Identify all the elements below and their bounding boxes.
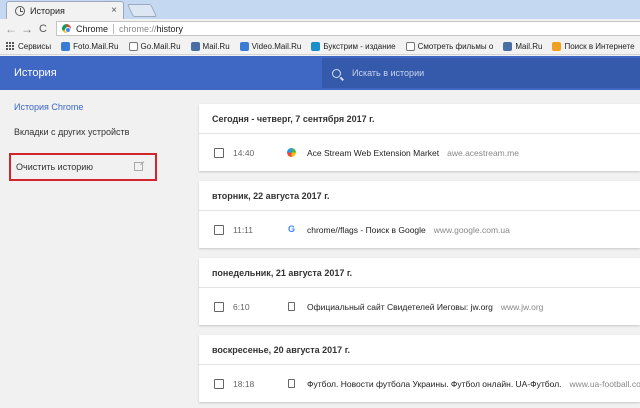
entry-domain: www.jw.org xyxy=(500,301,544,312)
history-day-card: понедельник, 21 августа 2017 г. 6:10 Офи… xyxy=(199,258,640,325)
external-link-icon xyxy=(134,162,143,171)
bookstream-icon xyxy=(311,41,321,51)
apps-icon xyxy=(6,41,15,51)
bookmark-label: Go.Mail.Ru xyxy=(140,41,181,51)
entry-time: 18:18 xyxy=(233,378,255,389)
bookmark-label: Поиск в Интернете xyxy=(564,41,635,51)
history-day-card: Сегодня - четверг, 7 сентября 2017 г. 14… xyxy=(199,104,640,171)
bookmark-label: Букстрим - издание xyxy=(323,41,396,51)
entry-time: 6:10 xyxy=(233,301,250,312)
bookmark-go-mailru[interactable]: Go.Mail.Ru xyxy=(128,41,181,51)
bookmark-label: Смотреть фильмы о xyxy=(417,41,494,51)
entry-checkbox[interactable] xyxy=(214,147,224,158)
bookmark-mailru[interactable]: Mail.Ru xyxy=(190,41,230,51)
history-day-card: вторник, 22 августа 2017 г. 11:11 G chro… xyxy=(199,181,640,248)
sidebar: История Chrome Вкладки с других устройст… xyxy=(0,90,180,408)
history-entry[interactable]: 18:18 Футбол. Новости футбола Украины. Ф… xyxy=(199,365,640,402)
acestream-icon xyxy=(287,148,296,157)
bookmark-label: Mail.Ru xyxy=(515,41,543,51)
film-icon xyxy=(405,41,415,51)
entry-time: 11:11 xyxy=(233,224,254,235)
bookmark-bookstream[interactable]: Букстрим - издание xyxy=(311,41,396,51)
bookmark-label: Mail.Ru xyxy=(202,41,230,51)
bookmark-label: Video.Mail.Ru xyxy=(251,41,302,51)
omnibox-url[interactable]: chrome://history xyxy=(119,24,183,34)
address-bar[interactable]: Chrome chrome://history xyxy=(56,21,640,36)
entry-checkbox[interactable] xyxy=(214,378,224,389)
google-icon: G xyxy=(287,224,295,234)
bookmark-foto-mailru[interactable]: Foto.Mail.Ru xyxy=(61,41,119,51)
search-icon xyxy=(332,68,341,78)
sidebar-item-other-devices[interactable]: Вкладки с других устройств xyxy=(14,127,129,137)
browser-toolbar: ← → C Chrome chrome://history xyxy=(0,19,640,38)
bookmark-label: Foto.Mail.Ru xyxy=(73,41,119,51)
history-search-input[interactable]: Искать в истории xyxy=(322,58,640,88)
bookmark-services[interactable]: Сервисы xyxy=(6,41,52,51)
chrome-logo-icon xyxy=(62,24,71,33)
bookmark-label: Сервисы xyxy=(18,41,52,51)
url-path: history xyxy=(156,23,184,34)
entry-title[interactable]: Официальный сайт Свидетелей Иеговы: jw.o… xyxy=(307,302,493,312)
mailru-video-icon xyxy=(239,41,249,51)
document-icon xyxy=(128,41,138,51)
omnibox-separator xyxy=(113,23,115,34)
omnibox-chrome-label: Chrome xyxy=(76,23,109,34)
bookmark-mailru-2[interactable]: Mail.Ru xyxy=(503,41,543,51)
day-header: понедельник, 21 августа 2017 г. xyxy=(199,258,640,288)
day-header: Сегодня - четверг, 7 сентября 2017 г. xyxy=(199,104,640,134)
tab-strip: История × xyxy=(0,0,640,19)
bookmark-films[interactable]: Смотреть фильмы о xyxy=(405,41,494,51)
entry-title[interactable]: chrome//flags - Поиск в Google xyxy=(307,225,426,235)
entry-checkbox[interactable] xyxy=(214,301,224,312)
search-bookmark-icon xyxy=(552,41,562,51)
day-header: воскресенье, 20 августа 2017 г. xyxy=(199,335,640,365)
entry-time: 14:40 xyxy=(233,147,255,158)
history-entry[interactable]: 6:10 Официальный сайт Свидетелей Иеговы:… xyxy=(199,288,640,325)
clear-history-button[interactable]: Очистить историю xyxy=(9,153,157,181)
history-clock-icon xyxy=(15,5,25,16)
back-arrow-icon[interactable]: ← xyxy=(3,22,19,36)
entry-title[interactable]: Ace Stream Web Extension Market xyxy=(307,148,439,158)
entry-domain: www.ua-football.com xyxy=(569,378,640,389)
mailru-photo-icon xyxy=(61,41,71,51)
mailru-icon xyxy=(503,41,513,51)
history-entry[interactable]: 14:40 Ace Stream Web Extension Market aw… xyxy=(199,134,640,171)
entry-title[interactable]: Футбол. Новости футбола Украины. Футбол … xyxy=(307,379,562,389)
page-icon xyxy=(288,302,295,311)
day-header: вторник, 22 августа 2017 г. xyxy=(199,181,640,211)
bookmark-video-mailru[interactable]: Video.Mail.Ru xyxy=(239,41,302,51)
reload-icon[interactable]: C xyxy=(35,23,51,35)
forward-arrow-icon[interactable]: → xyxy=(19,22,35,36)
history-day-card: воскресенье, 20 августа 2017 г. 18:18 Фу… xyxy=(199,335,640,402)
clear-history-label: Очистить историю xyxy=(16,162,94,172)
sidebar-item-chrome-history[interactable]: История Chrome xyxy=(14,102,83,112)
entry-domain: awe.acestream.me xyxy=(447,147,519,158)
search-placeholder: Искать в истории xyxy=(352,68,425,78)
page-title: История xyxy=(14,67,57,79)
new-tab-button[interactable] xyxy=(126,4,158,17)
history-entry[interactable]: 11:11 G chrome//flags - Поиск в Google w… xyxy=(199,211,640,248)
bookmarks-bar: Сервисы Foto.Mail.Ru Go.Mail.Ru Mail.Ru … xyxy=(0,38,640,55)
tab-title: История xyxy=(30,5,65,16)
tab-close-icon[interactable]: × xyxy=(111,5,117,16)
url-scheme: chrome:// xyxy=(119,23,157,34)
entry-domain: www.google.com.ua xyxy=(433,224,510,235)
entry-checkbox[interactable] xyxy=(214,224,224,235)
bookmark-internet-search[interactable]: Поиск в Интернете xyxy=(552,41,635,51)
mailru-icon xyxy=(190,41,200,51)
tab-history[interactable]: История × xyxy=(6,1,124,19)
page-icon xyxy=(288,379,295,388)
